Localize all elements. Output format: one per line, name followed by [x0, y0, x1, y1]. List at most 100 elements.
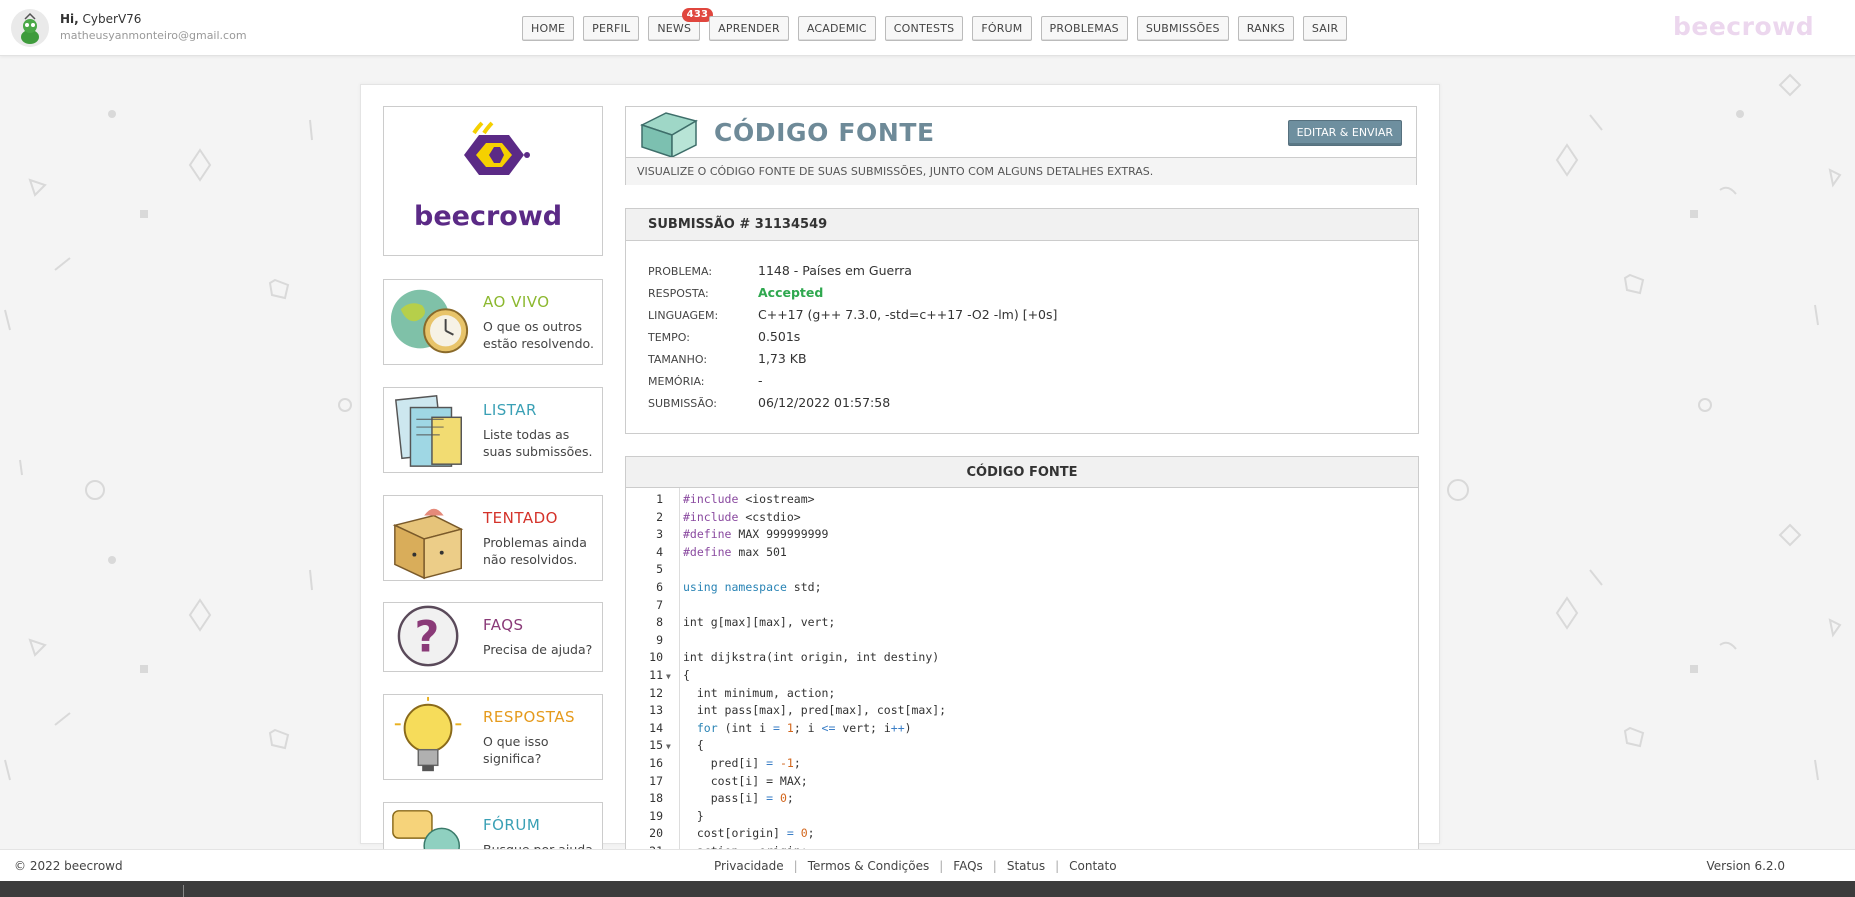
source-code-panel: CÓDIGO FONTE 1 #include <iostream> 2 #inclu… [625, 456, 1419, 856]
nav-home[interactable]: HOME [522, 16, 575, 41]
beecrowd-hexagon-icon [464, 121, 530, 175]
code-line: 19 } [626, 809, 1418, 827]
nav-contests[interactable]: CONTESTS [884, 16, 964, 41]
main-nav: HOME PERFIL NEWS 433 APRENDER ACADEMIC C… [522, 8, 1348, 41]
code-line: 15 ▼ { [626, 738, 1418, 756]
footer-separator: | [992, 859, 997, 873]
line-number: 12 [649, 685, 663, 700]
code-text: cost[origin] = 0; [683, 826, 815, 841]
footer-link-termos[interactable]: Termos & Condições [808, 859, 930, 873]
detail-value-problema[interactable]: 1148 - Países em Guerra [758, 263, 912, 278]
detail-value-linguagem: C++17 (g++ 7.3.0, -std=c++17 -O2 -lm) [+… [758, 307, 1058, 322]
code-text: #define max 501 [683, 544, 787, 559]
line-number: 18 [649, 791, 663, 806]
code-text: #include <cstdio> [683, 509, 801, 524]
nav-academic[interactable]: ACADEMIC [797, 16, 876, 41]
code-line: 14 for (int i = 1; i <= vert; i++) [626, 721, 1418, 739]
line-number: 17 [649, 773, 663, 788]
user-name[interactable]: CyberV76 [83, 12, 142, 26]
code-text: #define MAX 999999999 [683, 527, 829, 542]
avatar-icon [11, 9, 49, 47]
sidebar-card-listar[interactable]: LISTAR Liste todas as suas submissões. [383, 387, 603, 473]
nav-ranks[interactable]: RANKS [1237, 16, 1294, 41]
sidebar-card-faqs[interactable]: ? FAQS Precisa de ajuda? [383, 602, 603, 672]
footer-link-contato[interactable]: Contato [1069, 859, 1116, 873]
footer-link-status[interactable]: Status [1007, 859, 1045, 873]
copyright-text: © 2022 beecrowd [14, 859, 123, 873]
detail-label-problema: PROBLEMA: [648, 265, 713, 278]
fold-arrow-icon[interactable]: ▼ [666, 742, 671, 751]
detail-label-linguagem: LINGUAGEM: [648, 309, 719, 322]
code-line: 12 int minimum, action; [626, 686, 1418, 704]
nav-forum[interactable]: FÓRUM [972, 16, 1032, 41]
box-icon [392, 508, 464, 580]
submission-heading: SUBMISSÃO # 31134549 [626, 209, 1418, 241]
user-greeting: Hi, CyberV76 [60, 12, 141, 26]
code-line: 7 [626, 598, 1418, 616]
nav-submissoes[interactable]: SUBMISSÕES [1136, 16, 1229, 41]
nav-problemas[interactable]: PROBLEMAS [1040, 16, 1128, 41]
line-number: 14 [649, 720, 663, 735]
code-line: 16 pred[i] = -1; [626, 756, 1418, 774]
line-number: 1 [656, 492, 663, 506]
line-number: 9 [656, 632, 663, 647]
line-number: 10 [649, 650, 663, 665]
sidebar-card-ao-vivo[interactable]: AO VIVO O que os outros estão resolvendo… [383, 279, 603, 365]
detail-value-submissao: 06/12/2022 01:57:58 [758, 395, 891, 410]
code-text: int pass[max], pred[max], cost[max]; [683, 703, 947, 718]
code-line: 9 [626, 633, 1418, 651]
code-line: 18 pass[i] = 0; [626, 791, 1418, 809]
version-text: Version 6.2.0 [1706, 859, 1785, 873]
line-number: 5 [656, 562, 663, 577]
nav-aprender[interactable]: APRENDER [709, 16, 789, 41]
code-line: 8 int g[max][max], vert; [626, 615, 1418, 633]
code-text: { [683, 668, 690, 682]
code-text: #include <iostream> [683, 492, 815, 506]
brand-logo[interactable]: beecrowd [1673, 12, 1814, 41]
code-text: pred[i] = -1; [683, 756, 801, 770]
beecrowd-logo-text: beecrowd [414, 201, 563, 232]
sidebar-card-respostas[interactable]: RESPOSTAS O que isso significa? [383, 694, 603, 780]
sidebar-title-tentado: TENTADO [483, 509, 558, 527]
sidebar-title-ao-vivo: AO VIVO [483, 293, 550, 311]
code-line: 20 cost[origin] = 0; [626, 826, 1418, 844]
sidebar-desc-listar: Liste todas as suas submissões. [483, 427, 593, 459]
submission-details: SUBMISSÃO # 31134549 PROBLEMA: 1148 - Pa… [625, 208, 1419, 434]
line-number: 2 [656, 509, 663, 524]
fold-arrow-icon[interactable]: ▼ [666, 672, 671, 681]
line-number: 8 [656, 615, 663, 630]
code-line: 10 int dijkstra(int origin, int destiny) [626, 650, 1418, 668]
code-line: 2 #include <cstdio> [626, 510, 1418, 528]
code-line: 4 #define max 501 [626, 545, 1418, 563]
detail-label-tamanho: TAMANHO: [648, 353, 708, 366]
line-number: 19 [649, 808, 663, 823]
code-line: 1 #include <iostream> [626, 492, 1418, 510]
beecrowd-logo-box[interactable]: beecrowd [383, 106, 603, 256]
sidebar-title-faqs: FAQS [483, 616, 524, 634]
greeting-label: Hi, [60, 12, 79, 26]
user-avatar[interactable] [11, 9, 49, 47]
edit-and-submit-button[interactable]: EDITAR & ENVIAR [1287, 120, 1402, 146]
footer-link-privacidade[interactable]: Privacidade [714, 859, 784, 873]
code-line: 6 using namespace std; [626, 580, 1418, 598]
nav-perfil[interactable]: PERFIL [583, 16, 640, 41]
nav-news[interactable]: NEWS 433 [648, 8, 714, 41]
detail-label-submissao: SUBMISSÃO: [648, 397, 717, 410]
code-text: } [683, 808, 704, 823]
taskbar-separator [183, 885, 184, 897]
nav-sair[interactable]: SAIR [1302, 16, 1348, 41]
page-title: CÓDIGO FONTE [714, 118, 935, 147]
top-header: Hi, CyberV76 matheusyanmonteiro@gmail.co… [0, 0, 1855, 56]
detail-value-resposta: Accepted [758, 285, 824, 300]
sidebar-desc-ao-vivo: O que os outros estão resolvendo. [483, 319, 594, 351]
footer-link-faqs[interactable]: FAQs [953, 859, 983, 873]
detail-value-tempo: 0.501s [758, 329, 801, 344]
sidebar-card-tentado[interactable]: TENTADO Problemas ainda não resolvidos. [383, 495, 603, 581]
svg-text:?: ? [414, 613, 439, 663]
line-number: 15 [649, 738, 663, 753]
os-taskbar [0, 881, 1855, 897]
code-line: 13 int pass[max], pred[max], cost[max]; [626, 703, 1418, 721]
line-number: 20 [649, 826, 663, 841]
source-code-heading: CÓDIGO FONTE [626, 457, 1418, 488]
code-line: 5 [626, 562, 1418, 580]
